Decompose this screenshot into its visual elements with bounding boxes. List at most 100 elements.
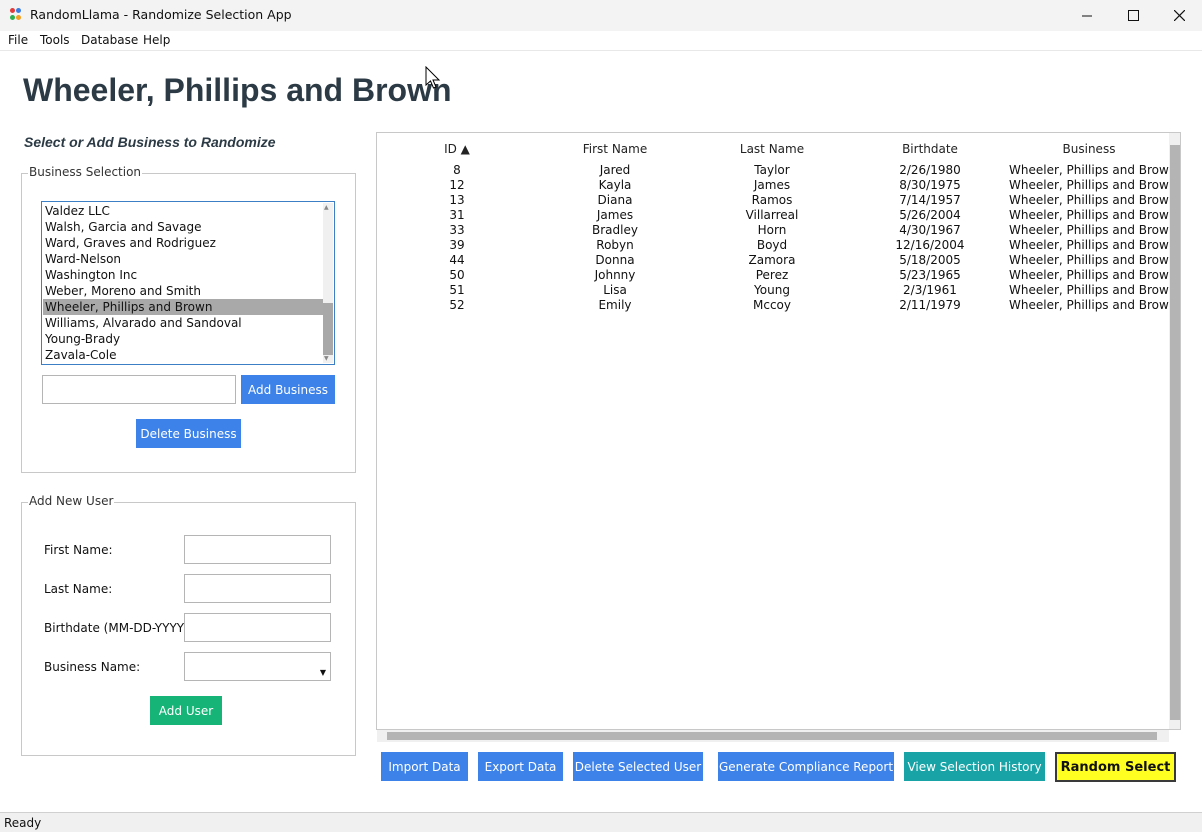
cell-id: 33	[449, 223, 465, 237]
new-business-input[interactable]	[42, 375, 236, 404]
table-row[interactable]: 50 Johnny Perez 5/23/1965 Wheeler, Phill…	[377, 268, 1177, 283]
birthdate-input[interactable]	[184, 613, 331, 642]
cell-birthdate: 2/11/1979	[899, 298, 961, 312]
scroll-up-icon[interactable]: ▲	[324, 205, 329, 211]
maximize-button[interactable]	[1110, 0, 1156, 31]
cell-business: Wheeler, Phillips and Brown	[1009, 193, 1177, 207]
business-listbox[interactable]: Valdez LLC Walsh, Garcia and Savage Ward…	[41, 201, 335, 365]
business-section-subtitle: Select or Add Business to Randomize	[24, 134, 276, 150]
cell-id: 31	[449, 208, 465, 222]
minimize-button[interactable]	[1064, 0, 1110, 31]
cell-first-name: Donna	[595, 253, 635, 267]
maximize-icon	[1127, 10, 1139, 21]
table-row[interactable]: 51 Lisa Young 2/3/1961 Wheeler, Phillips…	[377, 283, 1176, 298]
cell-first-name: Johnny	[594, 268, 636, 282]
listbox-scroll-thumb[interactable]	[323, 303, 333, 355]
cell-birthdate: 5/26/2004	[899, 208, 961, 222]
first-name-input[interactable]	[184, 535, 331, 564]
add-business-button[interactable]: Add Business	[241, 375, 335, 404]
menu-help[interactable]: Help	[143, 33, 170, 47]
table-row[interactable]: 31 James Villarreal 5/26/2004 Wheeler, P…	[377, 208, 1176, 223]
table-row[interactable]: 52 Emily Mccoy 2/11/1979 Wheeler, Philli…	[377, 298, 1176, 313]
cell-id: 12	[449, 178, 465, 192]
cell-birthdate: 7/14/1957	[899, 193, 961, 207]
cell-birthdate: 2/26/1980	[899, 163, 961, 177]
close-button[interactable]	[1156, 0, 1202, 31]
cell-id: 52	[449, 298, 465, 312]
import-data-button[interactable]: Import Data	[381, 752, 468, 781]
list-item-selected[interactable]: Wheeler, Phillips and Brown	[43, 299, 325, 315]
business-name-select[interactable]: ▼	[184, 652, 331, 681]
table-row[interactable]: 8 Jared Taylor 2/26/1980 Wheeler, Philli…	[377, 163, 1176, 178]
cell-birthdate: 8/30/1975	[899, 178, 961, 192]
table-horizontal-scroll-thumb[interactable]	[387, 732, 1157, 740]
cell-first-name: Kayla	[598, 178, 632, 192]
list-item[interactable]: Ward-Nelson	[43, 251, 325, 267]
cell-first-name: Diana	[597, 193, 633, 207]
list-item[interactable]: Weber, Moreno and Smith	[43, 283, 325, 299]
title-bar: RandomLlama - Randomize Selection App	[0, 0, 1202, 31]
table-horizontal-scrollbar[interactable]	[377, 730, 1169, 742]
cell-last-name: Taylor	[754, 163, 790, 177]
list-item[interactable]: Zavala-Cole	[43, 347, 325, 363]
last-name-input[interactable]	[184, 574, 331, 603]
column-header-id[interactable]: ID ▲	[417, 142, 497, 156]
export-data-button[interactable]: Export Data	[478, 752, 563, 781]
cell-id: 50	[449, 268, 465, 282]
cell-first-name: Bradley	[592, 223, 638, 237]
menu-bar: File Tools Database Help	[0, 31, 1202, 51]
generate-compliance-report-button[interactable]: Generate Compliance Report	[718, 752, 894, 781]
users-table[interactable]: ID ▲ First Name Last Name Birthdate Busi…	[376, 132, 1181, 730]
status-bar: Ready	[0, 812, 1202, 832]
list-item[interactable]: Washington Inc	[43, 267, 325, 283]
listbox-scrollbar[interactable]: ▲ ▼	[323, 203, 333, 363]
cell-business: Wheeler, Phillips and Brown	[1009, 238, 1177, 252]
table-row[interactable]: 39 Robyn Boyd 12/16/2004 Wheeler, Philli…	[377, 238, 1177, 253]
minimize-icon	[1082, 15, 1092, 16]
cell-id: 51	[449, 283, 465, 297]
birthdate-label: Birthdate (MM-DD-YYYY):	[44, 621, 193, 635]
cell-last-name: Ramos	[751, 193, 793, 207]
list-item[interactable]: Williams, Alvarado and Sandoval	[43, 315, 325, 331]
scroll-down-icon[interactable]: ▼	[324, 356, 329, 362]
app-icon	[10, 8, 24, 22]
cell-first-name: Emily	[598, 298, 632, 312]
list-item[interactable]: Valdez LLC	[43, 203, 325, 219]
close-icon	[1173, 10, 1185, 21]
column-header-last-name[interactable]: Last Name	[722, 142, 822, 156]
column-header-business[interactable]: Business	[1009, 142, 1169, 156]
cell-last-name: Mccoy	[753, 298, 791, 312]
list-item[interactable]: Walsh, Garcia and Savage	[43, 219, 325, 235]
random-select-button[interactable]: Random Select	[1055, 752, 1176, 782]
page-title: Wheeler, Phillips and Brown	[23, 72, 452, 108]
table-vertical-scroll-thumb[interactable]	[1170, 145, 1180, 720]
table-row[interactable]: 12 Kayla James 8/30/1975 Wheeler, Philli…	[377, 178, 1177, 193]
menu-tools[interactable]: Tools	[40, 33, 70, 47]
add-user-button[interactable]: Add User	[150, 696, 222, 725]
list-item[interactable]: Young-Brady	[43, 331, 325, 347]
table-vertical-scrollbar[interactable]	[1169, 133, 1180, 729]
menu-database[interactable]: Database	[81, 33, 138, 47]
view-selection-history-button[interactable]: View Selection History	[904, 752, 1045, 781]
cell-id: 39	[449, 238, 465, 252]
table-row[interactable]: 13 Diana Ramos 7/14/1957 Wheeler, Philli…	[377, 193, 1177, 208]
delete-business-button[interactable]: Delete Business	[136, 419, 241, 448]
table-row[interactable]: 44 Donna Zamora 5/18/2005 Wheeler, Phill…	[377, 253, 1177, 268]
delete-selected-user-button[interactable]: Delete Selected User	[573, 752, 703, 781]
menu-file[interactable]: File	[8, 33, 28, 47]
column-header-birthdate[interactable]: Birthdate	[875, 142, 985, 156]
cell-last-name: Perez	[755, 268, 789, 282]
cell-business: Wheeler, Phillips and Brown	[1009, 253, 1177, 267]
cell-birthdate: 2/3/1961	[903, 283, 957, 297]
cell-business: Wheeler, Phillips and Brown	[1009, 268, 1177, 282]
cell-birthdate: 5/18/2005	[899, 253, 961, 267]
list-item[interactable]: Ward, Graves and Rodriguez	[43, 235, 325, 251]
cell-last-name: James	[753, 178, 791, 192]
column-header-first-name[interactable]: First Name	[565, 142, 665, 156]
chevron-down-icon: ▼	[319, 668, 326, 677]
cell-first-name: Jared	[599, 163, 631, 177]
cell-business: Wheeler, Phillips and Brown	[1009, 178, 1177, 192]
table-row[interactable]: 33 Bradley Horn 4/30/1967 Wheeler, Phill…	[377, 223, 1177, 238]
status-text: Ready	[4, 816, 42, 830]
cell-business: Wheeler, Phillips and Brown	[1009, 223, 1177, 237]
